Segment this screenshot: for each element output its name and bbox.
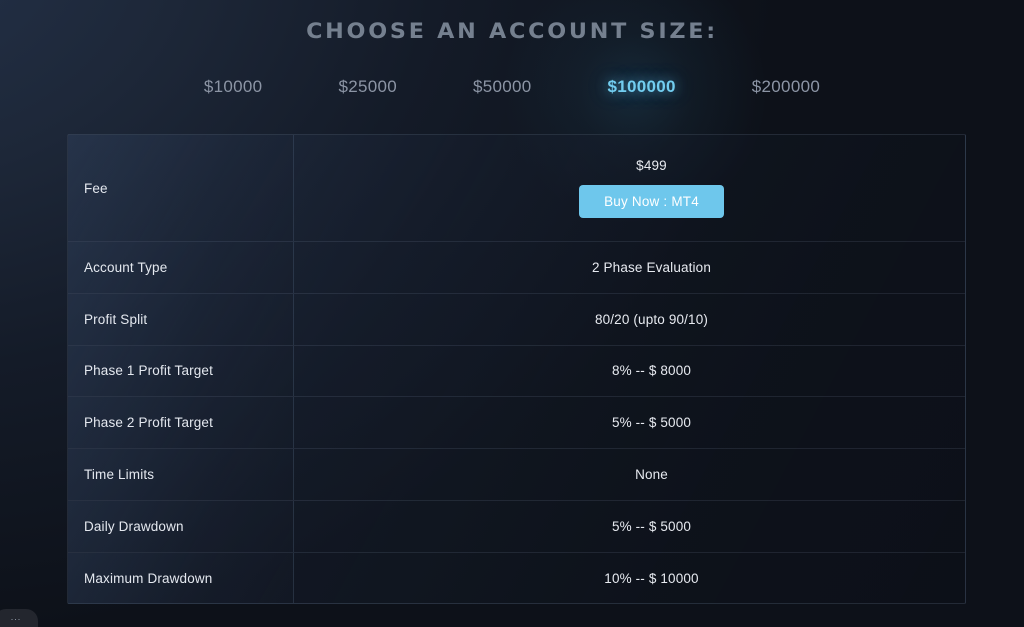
account-details-table: Fee $499 Buy Now : MT4 Account Type 2 Ph… [67,134,966,604]
size-tab-200000[interactable]: $200000 [743,73,829,101]
size-tab-10000[interactable]: $10000 [195,73,272,101]
row-value-account-type: 2 Phase Evaluation [591,259,712,275]
buy-now-mt4-button[interactable]: Buy Now : MT4 [579,185,724,218]
table-row: Profit Split 80/20 (upto 90/10) [68,293,965,346]
row-value-phase-1-profit-target: 8% -- $ 8000 [611,363,692,379]
table-row: Phase 2 Profit Target 5% -- $ 5000 [68,397,965,450]
account-size-tabs: $10000 $25000 $50000 $100000 $200000 [0,73,1024,101]
floating-widget-button[interactable]: ... [0,609,38,627]
account-size-section: Choose an Account Size: $10000 $25000 $5… [0,0,1024,627]
row-value-fee: $499 Buy Now : MT4 [294,135,965,241]
row-value-profit-split: 80/20 (upto 90/10) [594,311,709,327]
fee-price: $499 [636,158,667,173]
row-label-fee: Fee [68,135,294,241]
table-row: Maximum Drawdown 10% -- $ 10000 [68,552,965,603]
row-value-time-limits: None [635,467,668,483]
size-tab-50000[interactable]: $50000 [464,73,541,101]
row-label-profit-split: Profit Split [68,293,294,345]
table-row: Daily Drawdown 5% -- $ 5000 [68,500,965,553]
table-row: Time Limits None [68,449,965,501]
row-label-phase-1-profit-target: Phase 1 Profit Target [68,345,294,397]
table-row: Phase 1 Profit Target 8% -- $ 8000 [68,345,965,398]
row-value-phase-2-profit-target: 5% -- $ 5000 [611,415,692,431]
row-label-phase-2-profit-target: Phase 2 Profit Target [68,397,294,449]
row-label-daily-drawdown: Daily Drawdown [68,500,294,552]
row-label-account-type: Account Type [68,242,294,293]
size-tab-100000[interactable]: $100000 [599,73,685,101]
size-tab-25000[interactable]: $25000 [329,73,406,101]
row-label-maximum-drawdown: Maximum Drawdown [68,552,294,603]
page-title: Choose an Account Size: [306,19,718,43]
row-label-time-limits: Time Limits [68,449,294,500]
row-value-maximum-drawdown: 10% -- $ 10000 [604,571,699,587]
floating-widget-label: ... [10,612,22,622]
row-value-daily-drawdown: 5% -- $ 5000 [611,518,692,534]
table-row: Fee $499 Buy Now : MT4 [68,135,965,242]
table-row: Account Type 2 Phase Evaluation [68,242,965,294]
